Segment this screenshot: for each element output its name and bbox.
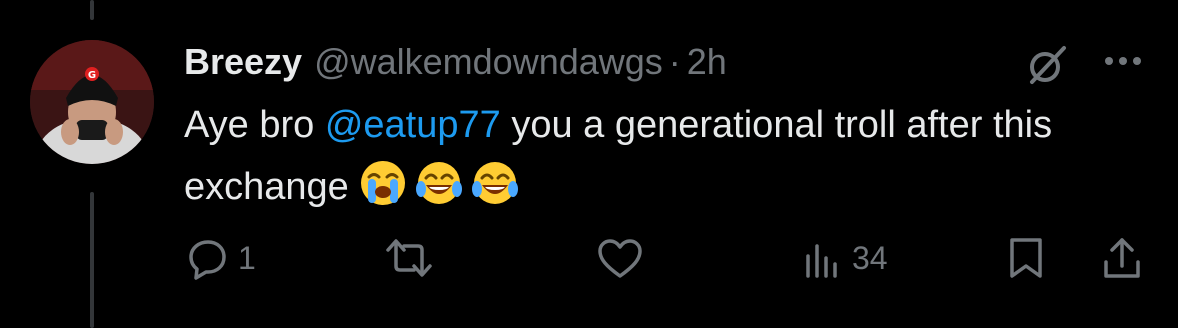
reply-icon [189,240,226,280]
share-button[interactable] [1100,228,1144,288]
author-handle[interactable]: @walkemdowndawgs [314,41,663,83]
author-display-name[interactable]: Breezy [184,41,302,83]
retweet-icon [386,239,432,277]
share-icon [1104,238,1140,278]
header-separator: · [668,41,681,82]
mention-link[interactable]: @eatup77 [325,104,501,146]
face-with-tears-of-joy-emoji [415,159,463,207]
tweet-text: Aye bro @eatup77 you a generational trol… [184,94,1154,218]
tweet-timestamp[interactable]: 2h [687,41,727,83]
tweet-header: Breezy @walkemdowndawgs · 2h [184,40,727,84]
reply-button[interactable]: 1 [186,228,256,288]
svg-text:G: G [88,70,96,81]
tweet-text-part: Aye bro [184,104,325,146]
views-count: 34 [852,239,888,276]
tweet-action-bar: 1 34 [0,228,1178,288]
avatar[interactable]: G [30,40,154,164]
bookmark-icon [1010,238,1042,278]
thread-line-top [90,0,94,20]
avatar-image: G [30,40,154,164]
grok-icon[interactable] [1024,42,1070,88]
reply-count: 1 [238,239,256,276]
loudly-crying-face-emoji [359,159,407,207]
bookmark-button[interactable] [1004,228,1048,288]
retweet-button[interactable] [384,228,442,288]
more-options-icon[interactable] [1100,46,1146,76]
heart-icon [598,239,642,278]
views-icon [806,244,837,278]
views-button[interactable]: 34 [800,228,888,288]
face-with-tears-of-joy-emoji [471,159,519,207]
like-button[interactable] [596,228,652,288]
